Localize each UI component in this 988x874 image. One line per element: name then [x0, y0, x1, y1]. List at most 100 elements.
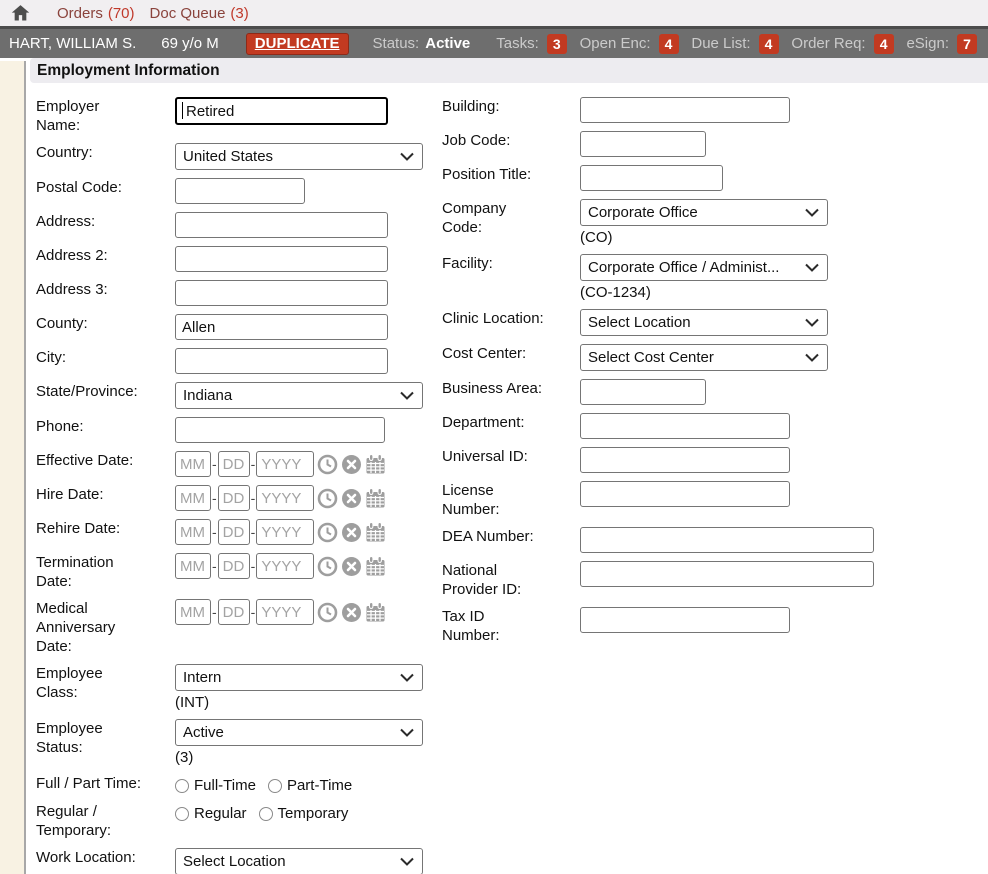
calendar-icon[interactable] [365, 488, 386, 509]
due-list-count-badge[interactable]: 4 [759, 34, 779, 54]
facility-label: Facility: [442, 254, 544, 273]
calendar-icon[interactable] [365, 454, 386, 475]
address2-input[interactable] [175, 246, 388, 272]
dea-number-input[interactable] [580, 527, 874, 553]
business-area-input[interactable] [580, 379, 706, 405]
effective-date-dd-input[interactable] [218, 451, 250, 477]
effective-date-row: Effective Date: - - [36, 451, 442, 477]
medical-anniversary-date-mm-input[interactable] [175, 599, 211, 625]
business-area-label: Business Area: [442, 379, 544, 398]
clear-icon[interactable] [341, 602, 362, 623]
esign-label: eSign: [906, 35, 949, 52]
building-row: Building: [442, 97, 988, 123]
rehire-date-mm-input[interactable] [175, 519, 211, 545]
clear-icon[interactable] [341, 522, 362, 543]
tax-id-number-input[interactable] [580, 607, 790, 633]
medical-anniversary-date-yyyy-input[interactable] [256, 599, 314, 625]
clear-icon[interactable] [341, 454, 362, 475]
effective-date-yyyy-input[interactable] [256, 451, 314, 477]
rehire-date-dd-input[interactable] [218, 519, 250, 545]
termination-date-yyyy-input[interactable] [256, 553, 314, 579]
department-row: Department: [442, 413, 988, 439]
universal-id-input[interactable] [580, 447, 790, 473]
job-code-input[interactable] [580, 131, 706, 157]
tasks-count-badge[interactable]: 3 [547, 34, 567, 54]
date-separator: - [251, 558, 256, 574]
address-input[interactable] [175, 212, 388, 238]
cost-center-select[interactable]: Select Cost Center [580, 344, 828, 371]
patient-counters: Tasks: 3 Open Enc: 4 Due List: 4 Order R… [496, 34, 979, 54]
date-separator: - [212, 456, 217, 472]
work-location-select[interactable]: Select Location [175, 848, 423, 874]
rehire-date-yyyy-input[interactable] [256, 519, 314, 545]
chevron-down-icon [400, 857, 414, 866]
clinic-location-select[interactable]: Select Location [580, 309, 828, 336]
date-separator: - [212, 604, 217, 620]
address3-input[interactable] [175, 280, 388, 306]
order-req-count-badge[interactable]: 4 [874, 34, 894, 54]
phone-label: Phone: [36, 417, 142, 436]
clear-icon[interactable] [341, 556, 362, 577]
calendar-icon[interactable] [365, 522, 386, 543]
radio-icon [268, 779, 282, 793]
hire-date-dd-input[interactable] [218, 485, 250, 511]
dea-number-label: DEA Number: [442, 527, 544, 546]
doc-queue-link[interactable]: Doc Queue (3) [150, 5, 249, 22]
home-icon[interactable] [10, 3, 31, 23]
clock-icon[interactable] [317, 556, 338, 577]
date-separator: - [251, 490, 256, 506]
regular-temporary-label: Regular / Temporary: [36, 802, 142, 840]
phone-input[interactable] [175, 417, 385, 443]
medical-anniversary-date-dd-input[interactable] [218, 599, 250, 625]
work-location-select-value: Select Location [183, 853, 286, 870]
hire-date-yyyy-input[interactable] [256, 485, 314, 511]
temporary-radio[interactable]: Temporary [259, 805, 349, 822]
part-time-radio[interactable]: Part-Time [268, 777, 352, 794]
building-input[interactable] [580, 97, 790, 123]
termination-date-dd-input[interactable] [218, 553, 250, 579]
effective-date-field: - - [175, 451, 386, 477]
open-enc-count-badge[interactable]: 4 [659, 34, 679, 54]
effective-date-mm-input[interactable] [175, 451, 211, 477]
company-code-select[interactable]: Corporate Office [580, 199, 828, 226]
cost-center-label: Cost Center: [442, 344, 544, 363]
state-row: State/Province: Indiana [36, 382, 442, 409]
orders-link[interactable]: Orders (70) [57, 5, 135, 22]
phone-row: Phone: [36, 417, 442, 443]
calendar-icon[interactable] [365, 556, 386, 577]
esign-counter: eSign: 7 [906, 34, 977, 54]
clock-icon[interactable] [317, 602, 338, 623]
address-label: Address: [36, 212, 142, 231]
termination-date-mm-input[interactable] [175, 553, 211, 579]
position-title-input[interactable] [580, 165, 723, 191]
esign-count-badge[interactable]: 7 [957, 34, 977, 54]
national-provider-id-input[interactable] [580, 561, 874, 587]
regular-radio[interactable]: Regular [175, 805, 247, 822]
clock-icon[interactable] [317, 454, 338, 475]
clinic-location-label: Clinic Location: [442, 309, 544, 328]
country-select[interactable]: United States [175, 143, 423, 170]
state-select[interactable]: Indiana [175, 382, 423, 409]
hire-date-mm-input[interactable] [175, 485, 211, 511]
calendar-icon[interactable] [365, 602, 386, 623]
clear-icon[interactable] [341, 488, 362, 509]
department-input[interactable] [580, 413, 790, 439]
full-time-radio[interactable]: Full-Time [175, 777, 256, 794]
full-part-time-row: Full / Part Time: Full-Time Part-Time [36, 774, 442, 794]
employee-class-select[interactable]: Intern [175, 664, 423, 691]
facility-select[interactable]: Corporate Office / Administ... [580, 254, 828, 281]
city-input[interactable] [175, 348, 388, 374]
employer-name-input[interactable] [175, 97, 388, 125]
doc-queue-link-count: (3) [230, 5, 248, 22]
clock-icon[interactable] [317, 488, 338, 509]
chevron-down-icon [805, 263, 819, 272]
license-number-input[interactable] [580, 481, 790, 507]
duplicate-badge[interactable]: DUPLICATE [246, 33, 349, 55]
open-enc-label: Open Enc: [580, 35, 651, 52]
country-select-value: United States [183, 148, 273, 165]
tax-id-number-label: Tax ID Number: [442, 607, 544, 645]
county-input[interactable] [175, 314, 388, 340]
postal-code-input[interactable] [175, 178, 305, 204]
employee-status-select[interactable]: Active [175, 719, 423, 746]
clock-icon[interactable] [317, 522, 338, 543]
